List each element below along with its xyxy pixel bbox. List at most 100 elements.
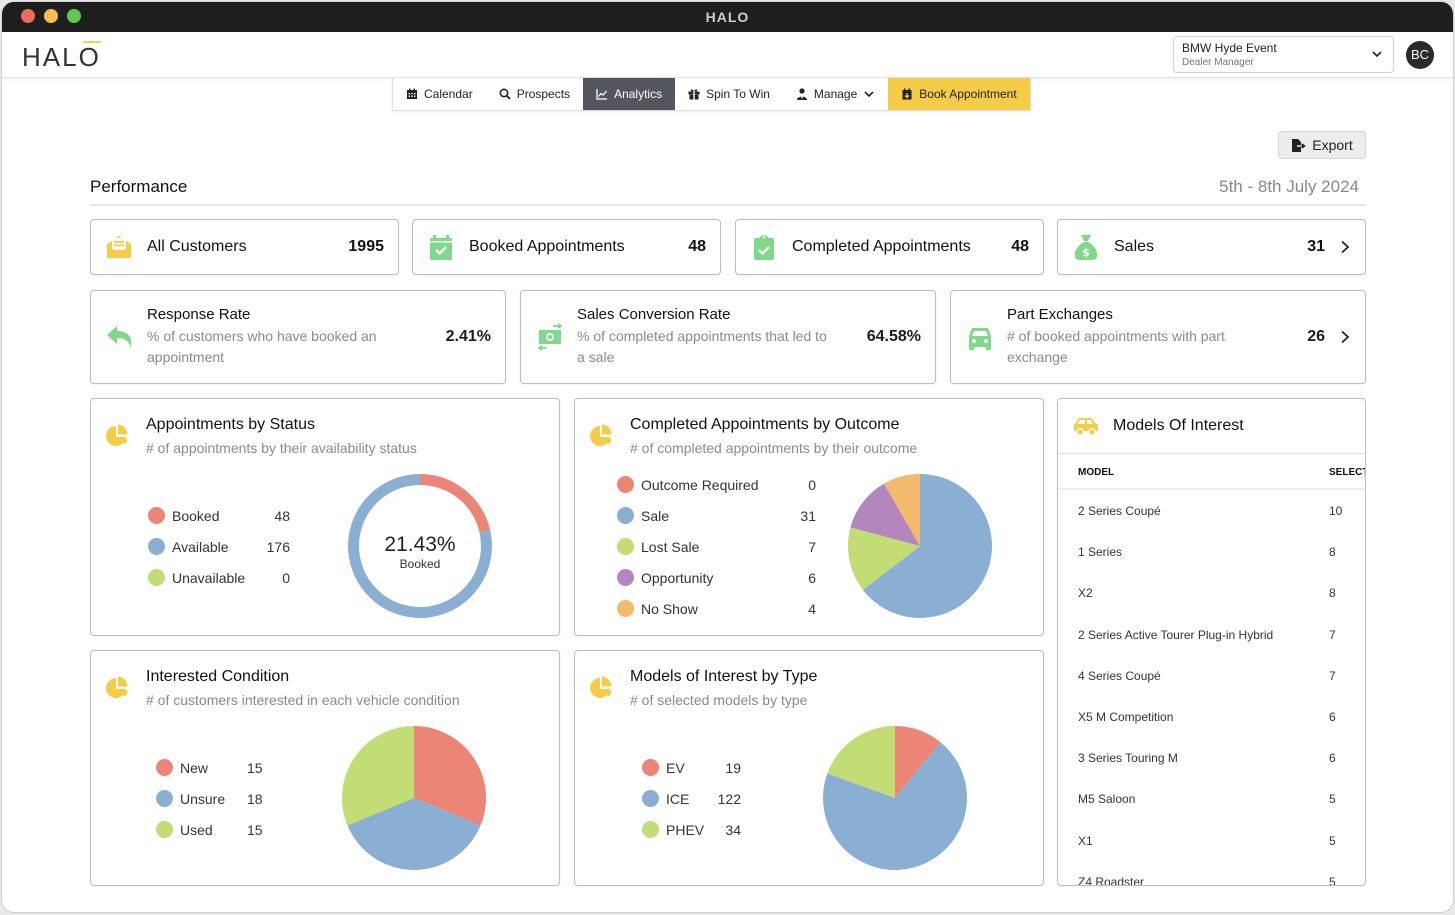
nav-analytics[interactable]: Analytics (583, 78, 676, 110)
donut-slice-booked[interactable] (420, 474, 491, 533)
model-name: X5 M Competition (1078, 709, 1174, 724)
pie-chart-icon (106, 676, 128, 698)
chevron-right-icon (1341, 240, 1350, 254)
event-name: BMW Hyde Event (1182, 41, 1277, 55)
legend-item[interactable]: Lost Sale 7 (617, 531, 816, 562)
calendar-check-icon (427, 233, 455, 261)
model-name: 4 Series Coupé (1078, 668, 1161, 683)
nav-spin-to-win[interactable]: Spin To Win (675, 78, 783, 110)
nav-label: Analytics (614, 87, 663, 101)
table-row[interactable]: X5 M Competition 6 (1058, 696, 1365, 737)
table-row[interactable]: 2 Series Coupé 10 (1058, 490, 1365, 531)
legend-label: PHEV (666, 821, 705, 838)
event-selector[interactable]: BMW Hyde Event Dealer Manager (1173, 36, 1394, 73)
chart-interested-condition: Interested Condition # of customers inte… (90, 650, 560, 886)
stat-label: Booked Appointments (469, 238, 625, 255)
legend-value: 176 (266, 538, 290, 555)
stat-value: 31 (1307, 238, 1325, 255)
export-button[interactable]: Export (1278, 131, 1366, 159)
file-export-icon (1292, 138, 1306, 152)
column-header-selected[interactable]: SELECT (1329, 467, 1365, 478)
rate-value: 64.58% (866, 328, 921, 345)
app-window: HALO HALO BMW Hyde Event Dealer Manager … (2, 2, 1453, 912)
book-appointment-button[interactable]: Book Appointment (888, 78, 1030, 110)
legend-swatch (617, 476, 634, 493)
legend-item[interactable]: Unavailable 0 (148, 562, 290, 593)
stat-card-all-customers[interactable]: All Customers 1995 (90, 219, 399, 275)
pie-chart-icon (590, 424, 612, 446)
column-header-model[interactable]: MODEL (1078, 467, 1114, 478)
legend-swatch (617, 507, 634, 524)
table-row[interactable]: X1 5 (1058, 820, 1365, 861)
legend-item[interactable]: Unsure 18 (156, 783, 263, 814)
model-name: 2 Series Coupé (1078, 504, 1161, 518)
user-role: Dealer Manager (1182, 57, 1254, 68)
model-name: 2 Series Active Tourer Plug-in Hybrid (1078, 627, 1274, 642)
selected-count: 5 (1329, 792, 1336, 807)
section-title: Performance (90, 177, 188, 196)
stat-value: 1995 (348, 238, 384, 255)
legend-item[interactable]: Opportunity 6 (617, 562, 816, 593)
legend-item[interactable]: Outcome Required 0 (617, 469, 816, 500)
nav-label: Book Appointment (919, 87, 1017, 101)
chart-line-icon (596, 89, 608, 100)
stat-card-sales[interactable]: $ Sales 31 (1057, 219, 1366, 275)
legend-value: 19 (725, 759, 741, 776)
legend-item[interactable]: No Show 4 (617, 593, 816, 624)
legend-label: New (180, 759, 209, 776)
table-row[interactable]: M5 Saloon 5 (1058, 778, 1365, 819)
legend-item[interactable]: Used 15 (156, 814, 263, 845)
table-row[interactable]: 2 Series Active Tourer Plug-in Hybrid 7 (1058, 614, 1365, 655)
legend-item[interactable]: ICE 122 (642, 783, 741, 814)
table-row[interactable]: Z4 Roadster 5 (1058, 861, 1365, 885)
stat-card-booked-appointments[interactable]: Booked Appointments 48 (412, 219, 721, 275)
legend-item[interactable]: Available 176 (148, 531, 290, 562)
chart-title: Appointments by Status (146, 416, 315, 433)
table-header: Models Of Interest (1058, 399, 1365, 454)
logo-text: HALO (22, 42, 101, 72)
nav-label: Manage (813, 87, 858, 101)
reply-icon (105, 323, 135, 351)
legend-swatch (642, 759, 659, 776)
legend-item[interactable]: EV 19 (642, 752, 741, 783)
legend-label: Unavailable (172, 569, 246, 586)
legend-label: Lost Sale (641, 538, 700, 555)
stat-card-completed-appointments[interactable]: Completed Appointments 48 (735, 219, 1044, 275)
pie-chart-icon (106, 424, 128, 446)
table-row[interactable]: X2 8 (1058, 572, 1365, 613)
title-bar: HALO (2, 2, 1453, 32)
chart-title: Interested Condition (146, 668, 290, 685)
legend-value: 4 (808, 600, 816, 617)
rate-card-part-exchanges[interactable]: Part Exchanges # of booked appointments w… (950, 290, 1366, 384)
rate-label: Response Rate (147, 306, 251, 323)
legend-item[interactable]: PHEV 34 (642, 814, 741, 845)
pie-chart (848, 474, 992, 618)
chart-appointments-by-status: Appointments by Status # of appointments… (90, 398, 560, 636)
user-avatar[interactable]: BC (1406, 41, 1434, 69)
table-body[interactable]: 2 Series Coupé 10 1 Series 8 X2 8 2 Series Act… (1058, 490, 1365, 885)
nav-calendar[interactable]: Calendar (393, 78, 486, 110)
legend-value: 31 (800, 507, 816, 524)
table-row[interactable]: 1 Series 8 (1058, 531, 1365, 572)
nav-prospects[interactable]: Prospects (486, 78, 583, 110)
rate-card-response-rate: Response Rate % of customers who have boo… (90, 290, 506, 384)
chart-legend: Outcome Required 0 Sale 31 Lost Sale 7 Oppo… (617, 469, 816, 624)
model-name: 3 Series Touring M (1078, 751, 1178, 766)
legend-item[interactable]: Booked 48 (148, 500, 290, 531)
rate-description: # of booked appointments with part excha… (1007, 328, 1225, 365)
legend-swatch (642, 790, 659, 807)
export-label: Export (1312, 137, 1353, 153)
legend-value: 7 (808, 538, 816, 555)
halo-logo[interactable]: HALO (22, 41, 101, 73)
table-row[interactable]: 3 Series Touring M 6 (1058, 737, 1365, 778)
nav-manage[interactable]: Manage (783, 78, 888, 110)
legend-item[interactable]: Sale 31 (617, 500, 816, 531)
legend-item[interactable]: New 15 (156, 752, 263, 783)
pie-chart-icon (590, 676, 612, 698)
nav-label: Calendar (424, 87, 473, 101)
chart-title: Completed Appointments by Outcome (630, 416, 900, 433)
window-title: HALO (705, 9, 750, 25)
selected-count: 7 (1329, 627, 1336, 642)
date-range[interactable]: 5th - 8th July 2024 (1219, 177, 1359, 197)
table-row[interactable]: 4 Series Coupé 7 (1058, 655, 1365, 696)
